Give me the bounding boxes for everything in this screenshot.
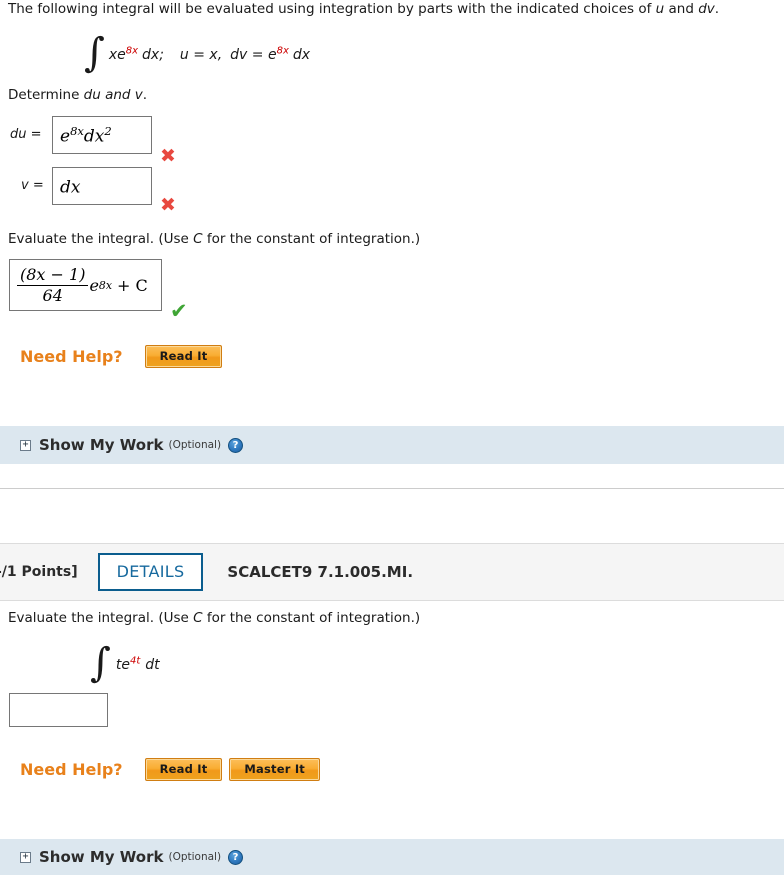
section-divider-1 [0, 488, 784, 489]
q1-du-status-icon: ✖ [160, 145, 176, 167]
q1-evaluate-pre: Evaluate the integral. (Use [8, 231, 194, 247]
q1-determine-post: . [142, 87, 148, 103]
q1-intro-dv: dv [698, 1, 715, 17]
q1-show-my-work-optional: (Optional) [168, 439, 222, 451]
q2-show-my-work-title: Show My Work [39, 848, 164, 866]
q2-details-button[interactable]: DETAILS [97, 553, 204, 591]
q2-integrand-exponent: 4t [129, 655, 141, 667]
q1-answer-factor-base: e [89, 275, 99, 295]
q1-intro-pre: The following integral will be evaluated… [8, 1, 656, 17]
q1-integrand-exponent: 8x [125, 45, 139, 57]
q2-need-help-label: Need Help? [20, 760, 123, 779]
q1-dv-assignment-post: dx [292, 47, 311, 63]
q1-v-value-base: dx [60, 177, 81, 198]
q1-determine-text: Determine du and v. [8, 86, 147, 104]
q1-v-label: v = [21, 178, 44, 193]
q2-evaluate-text: Evaluate the integral. (Use C for the co… [8, 609, 420, 627]
q2-evaluate-c: C [193, 610, 203, 626]
integral-symbol-icon: ∫ [84, 30, 105, 76]
q1-show-my-work-bar[interactable]: + Show My Work (Optional) ? [0, 426, 784, 464]
q2-integrand: te [115, 657, 130, 673]
q2-read-it-button[interactable]: Read It [144, 758, 223, 781]
q1-evaluate-text: Evaluate the integral. (Use C for the co… [8, 230, 420, 248]
q1-intro-and: and [664, 1, 699, 17]
q1-du-value-tail-sup: 2 [104, 123, 112, 138]
q1-evaluate-c: C [193, 231, 203, 247]
q1-du-value-tail: dx [83, 126, 105, 147]
q1-help-circle-icon[interactable]: ? [228, 437, 244, 453]
q2-master-it-button[interactable]: Master It [229, 758, 321, 781]
q1-intro-end: . [714, 1, 720, 17]
q1-show-my-work-title: Show My Work [39, 436, 164, 454]
q1-v-status-icon: ✖ [160, 194, 176, 216]
q1-integrand: xe [108, 47, 126, 63]
q1-evaluate-post: for the constant of integration.) [202, 231, 421, 247]
q1-du-value-sup: 8x [70, 123, 84, 138]
q1-answer-numerator: (8x − 1) [20, 264, 86, 284]
q2-evaluate-post: for the constant of integration.) [202, 610, 421, 626]
q1-integral-expression: ∫ xe8x dx; u = x, dv = e8x dx [84, 33, 311, 73]
q2-evaluate-pre: Evaluate the integral. (Use [8, 610, 194, 626]
q2-show-my-work-expander-icon[interactable]: + [20, 851, 31, 863]
q1-v-value: dx [60, 175, 81, 198]
q1-show-my-work-expander-icon[interactable]: + [20, 439, 31, 451]
q1-intro-u: u [655, 1, 665, 17]
q1-need-help-label: Need Help? [20, 347, 123, 366]
q1-answer-fraction: (8x − 1) 64 [17, 264, 89, 305]
q2-show-my-work-optional: (Optional) [168, 851, 222, 863]
q1-determine-pre: Determine [8, 87, 84, 103]
q1-dv-exponent: 8x [276, 45, 289, 57]
q1-answer-factor-sup: 8x [98, 278, 112, 292]
q2-integral-expression: ∫ te4t dt [90, 643, 160, 683]
q2-answer-input[interactable] [9, 693, 108, 727]
q1-answer-denominator: 64 [42, 286, 63, 305]
q1-du-input[interactable]: e8xdx2 [52, 116, 152, 154]
q1-read-it-button[interactable]: Read It [144, 345, 223, 368]
q1-need-help-row: Need Help? Read It [20, 345, 223, 368]
q2-header: -/1 Points] DETAILS SCALCET9 7.1.005.MI. [0, 543, 784, 601]
q2-question-code: SCALCET9 7.1.005.MI. [227, 563, 414, 581]
q1-du-value: e8xdx2 [60, 124, 112, 147]
q1-answer-status-icon: ✔ [170, 299, 188, 323]
q1-answer-value: (8x − 1) 64 e 8x + C [17, 264, 148, 305]
integral-symbol-icon-2: ∫ [90, 640, 111, 686]
q2-need-help-row: Need Help? Read It Master It [20, 758, 321, 781]
q1-answer-input[interactable]: (8x − 1) 64 e 8x + C [9, 259, 162, 311]
q1-determine-vars: du and v [83, 87, 143, 103]
q1-u-assignment: u = x, [179, 47, 223, 63]
q1-dv-assignment-pre: dv = e [230, 47, 277, 63]
q2-help-circle-icon[interactable]: ? [228, 849, 244, 865]
q2-show-my-work-bar[interactable]: + Show My Work (Optional) ? [0, 839, 784, 875]
q1-du-label: du = [10, 127, 42, 142]
q2-points-label: -/1 Points] [0, 564, 78, 580]
q1-v-input[interactable]: dx [52, 167, 152, 205]
q1-answer-plus-c: + C [116, 275, 148, 295]
q1-du-value-base: e [60, 126, 71, 147]
q2-differential: dt [145, 657, 160, 673]
q1-intro-text: The following integral will be evaluated… [8, 0, 768, 18]
q1-differential: dx; [142, 47, 164, 63]
